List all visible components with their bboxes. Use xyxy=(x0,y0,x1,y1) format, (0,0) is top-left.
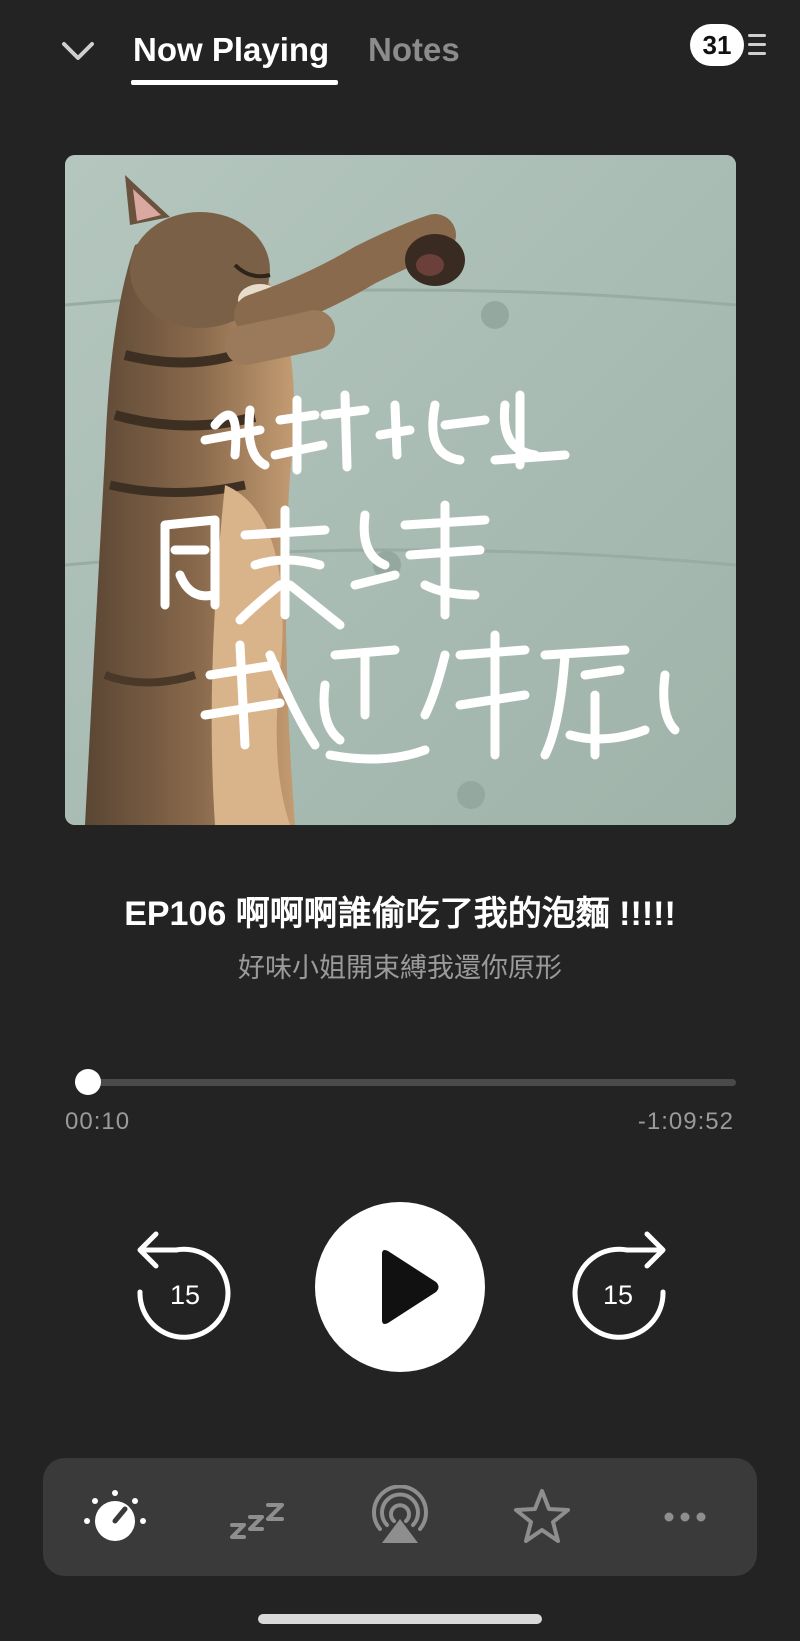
favorite-button[interactable] xyxy=(505,1480,579,1554)
speed-dial-icon xyxy=(84,1490,146,1541)
skip-forward-seconds: 15 xyxy=(602,1280,634,1310)
play-icon xyxy=(382,1250,439,1324)
airplay-button[interactable] xyxy=(363,1480,437,1554)
player-toolbar xyxy=(43,1458,757,1576)
progress-scrubber-handle[interactable] xyxy=(75,1069,101,1095)
remaining-time: -1:09:52 xyxy=(637,1108,734,1135)
star-icon xyxy=(514,1489,570,1543)
more-options-button[interactable] xyxy=(648,1480,722,1554)
episode-artwork xyxy=(65,155,736,825)
sleep-timer-button[interactable] xyxy=(221,1480,295,1554)
more-dots-icon xyxy=(664,1512,706,1522)
skip-back-button[interactable]: 15 xyxy=(130,1226,240,1346)
episode-title: EP106 啊啊啊誰偷吃了我的泡麵 !!!!! xyxy=(124,895,676,933)
elapsed-time: 00:10 xyxy=(65,1108,131,1135)
podcast-name[interactable]: 好味小姐開束縛我還你原形 xyxy=(0,950,800,986)
play-button[interactable] xyxy=(315,1202,485,1372)
skip-back-seconds: 15 xyxy=(169,1280,201,1310)
queue-list-icon[interactable] xyxy=(744,30,772,60)
tab-notes[interactable]: Notes xyxy=(368,30,460,70)
airplay-icon xyxy=(372,1485,428,1543)
queue-count-badge[interactable]: 31 xyxy=(690,24,744,66)
collapse-chevron-down-icon[interactable] xyxy=(58,32,98,72)
progress-track[interactable] xyxy=(75,1079,736,1086)
sleep-zzz-icon xyxy=(230,1503,284,1539)
playback-speed-button[interactable] xyxy=(78,1480,152,1554)
tab-now-playing[interactable]: Now Playing xyxy=(133,30,329,70)
home-indicator[interactable] xyxy=(258,1614,542,1624)
active-tab-indicator xyxy=(131,80,338,85)
skip-forward-button[interactable]: 15 xyxy=(563,1226,673,1346)
